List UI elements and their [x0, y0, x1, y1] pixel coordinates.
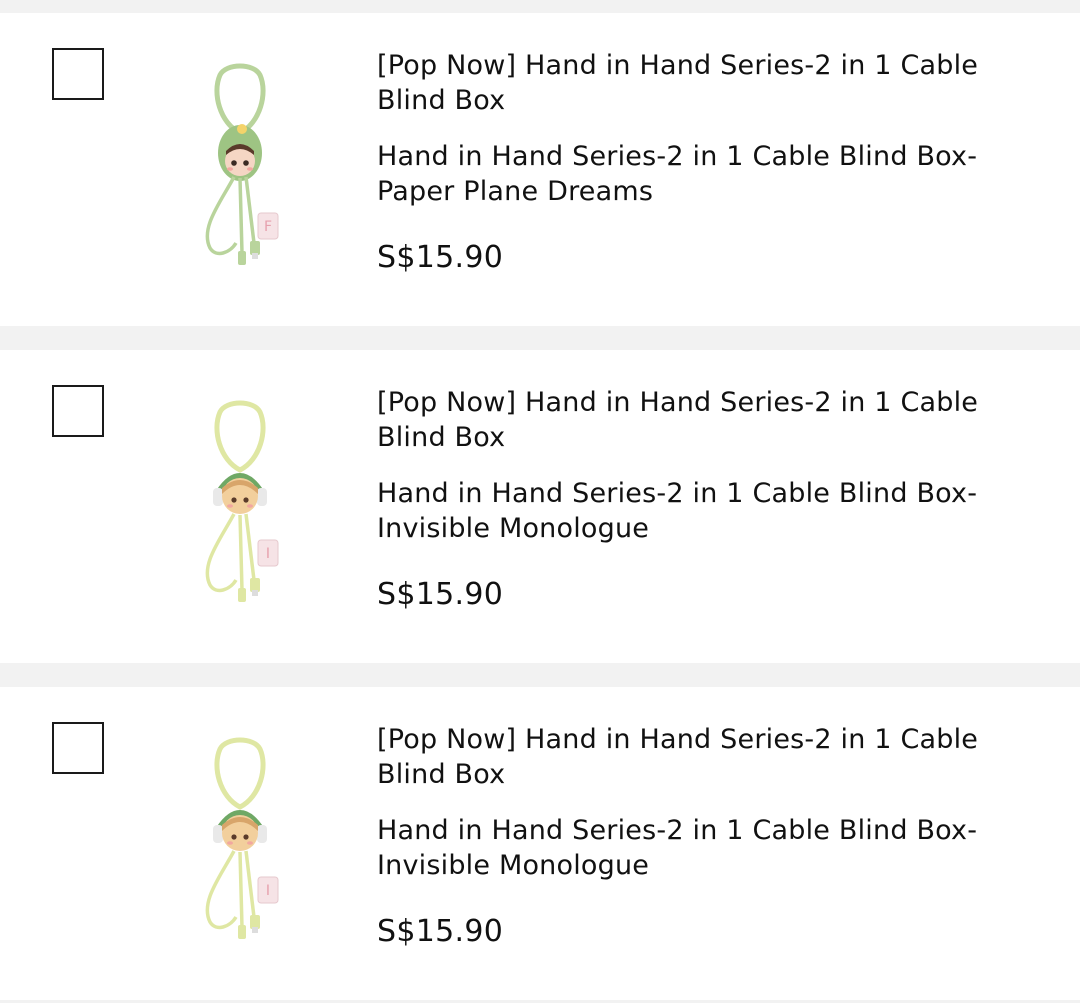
- figure-cable-keychain-icon: I: [205, 737, 279, 939]
- product-price: S$15.90: [377, 240, 504, 275]
- product-thumbnail[interactable]: F: [180, 53, 300, 273]
- select-item-checkbox[interactable]: [52, 385, 104, 437]
- cart-item-info: [Pop Now] Hand in Hand Series-2 in 1 Cab…: [377, 722, 1037, 950]
- select-item-checkbox[interactable]: [52, 48, 104, 100]
- cart-item-info: [Pop Now] Hand in Hand Series-2 in 1 Cab…: [377, 385, 1037, 613]
- cart-item: I [Pop Now] Hand in Hand Series-2 in 1 C…: [0, 687, 1080, 1000]
- cart-item: F [Pop Now] Hand in Hand Series-2 in 1 C…: [0, 13, 1080, 326]
- product-price: S$15.90: [377, 914, 504, 949]
- select-item-checkbox[interactable]: [52, 722, 104, 774]
- product-title[interactable]: [Pop Now] Hand in Hand Series-2 in 1 Cab…: [377, 722, 1037, 792]
- svg-text:I: I: [266, 883, 270, 899]
- cart-item: I [Pop Now] Hand in Hand Series-2 in 1 C…: [0, 350, 1080, 663]
- product-title[interactable]: [Pop Now] Hand in Hand Series-2 in 1 Cab…: [377, 48, 1037, 118]
- product-title[interactable]: [Pop Now] Hand in Hand Series-2 in 1 Cab…: [377, 385, 1037, 455]
- svg-text:F: F: [264, 219, 272, 235]
- cart-item-info: [Pop Now] Hand in Hand Series-2 in 1 Cab…: [377, 48, 1037, 276]
- product-variant: Hand in Hand Series-2 in 1 Cable Blind B…: [377, 141, 978, 207]
- product-thumbnail[interactable]: I: [180, 390, 300, 610]
- figure-cable-keychain-icon: F: [205, 63, 279, 265]
- product-variant: Hand in Hand Series-2 in 1 Cable Blind B…: [377, 478, 978, 544]
- svg-text:I: I: [266, 546, 270, 562]
- product-variant: Hand in Hand Series-2 in 1 Cable Blind B…: [377, 815, 978, 881]
- product-thumbnail[interactable]: I: [180, 727, 300, 947]
- figure-cable-keychain-icon: I: [205, 400, 279, 602]
- product-price: S$15.90: [377, 577, 504, 612]
